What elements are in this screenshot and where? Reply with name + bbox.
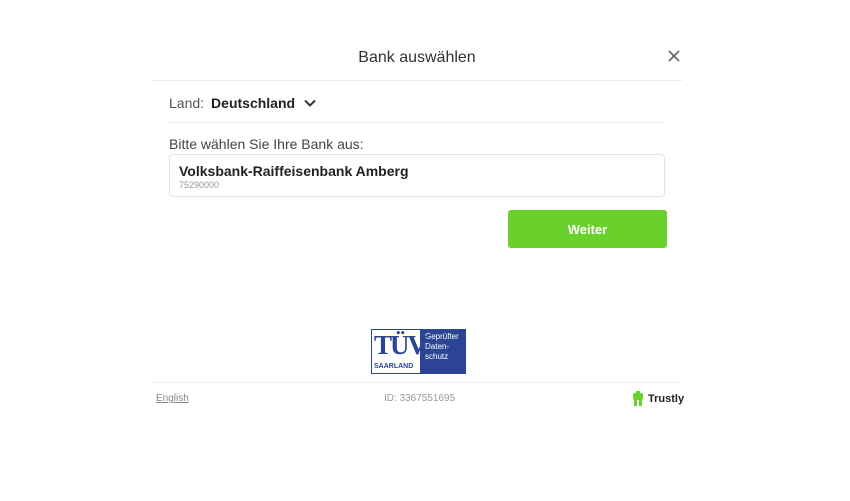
session-id: ID: 3367551695	[384, 393, 456, 404]
country-label: Land:	[169, 95, 205, 111]
header-divider	[152, 80, 682, 81]
brand-name: Trustly	[648, 393, 685, 405]
language-link[interactable]: English	[156, 393, 189, 404]
trustly-icon	[633, 391, 643, 406]
country-divider	[168, 122, 666, 123]
close-icon[interactable]	[666, 48, 682, 64]
tuv-logo: TÜV SAARLAND	[371, 329, 427, 374]
footer-divider	[152, 382, 682, 383]
chevron-down-icon	[304, 99, 316, 107]
country-selector[interactable]: Land: Deutschland	[169, 95, 316, 111]
next-button[interactable]: Weiter	[508, 210, 667, 248]
bank-code: 75290000	[179, 180, 220, 190]
tuv-seal: TÜV SAARLAND Geprüfter Daten-schutz	[371, 329, 466, 374]
bank-name: Volksbank-Raiffeisenbank Amberg	[179, 163, 409, 179]
bank-select-dialog: Bank auswählen Land: Deutschland Bitte w…	[152, 36, 684, 416]
dialog-title: Bank auswählen	[358, 49, 476, 66]
seal-caption: Geprüfter Daten-schutz	[421, 329, 466, 374]
bank-prompt: Bitte wählen Sie Ihre Bank aus:	[169, 136, 364, 152]
bank-select-field[interactable]: Volksbank-Raiffeisenbank Amberg 75290000	[169, 154, 665, 197]
country-value: Deutschland	[211, 95, 296, 111]
trustly-logo: Trustly	[631, 391, 684, 407]
